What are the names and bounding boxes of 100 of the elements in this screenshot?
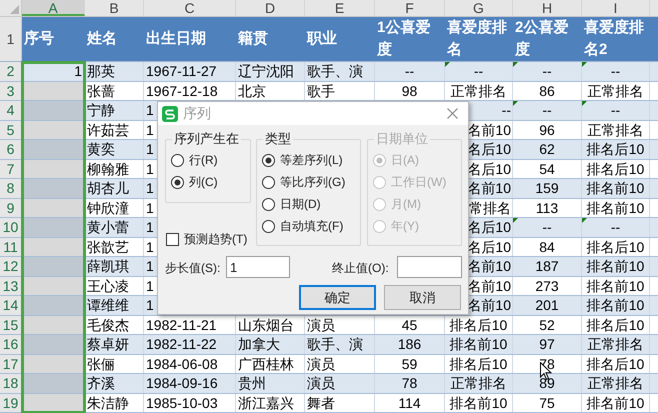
column-header[interactable]: G [445, 0, 513, 16]
column-header[interactable]: A [22, 0, 85, 16]
table-cell: 273 [535, 276, 559, 295]
radio-button[interactable]: 日期(D) [262, 193, 355, 215]
selected-cell[interactable] [22, 140, 85, 158]
column-header[interactable]: I [582, 0, 650, 16]
selected-cell[interactable] [22, 296, 85, 314]
row-header[interactable]: 11 [0, 238, 22, 256]
column-header[interactable]: B [85, 0, 144, 16]
table-cell: -- [610, 62, 620, 80]
column-header[interactable]: D [236, 0, 305, 16]
table-cell: 排名后10 [586, 354, 644, 373]
input-field[interactable]: 1 [226, 256, 290, 278]
row-header[interactable]: 15 [0, 316, 22, 334]
row-header[interactable]: 13 [0, 276, 22, 295]
table-cell: 黄奕 [87, 140, 115, 158]
radio-button[interactable]: 等差序列(L) [262, 149, 355, 171]
row-header[interactable]: 7 [0, 160, 22, 178]
table-cell: 114 [398, 394, 421, 412]
selected-cell[interactable] [22, 218, 85, 236]
selected-cell[interactable] [22, 101, 85, 120]
table-cell: 毛俊杰 [87, 316, 129, 334]
radio-button[interactable]: 自动填充(F) [262, 215, 355, 237]
row-header[interactable]: 19 [0, 394, 22, 412]
row-header[interactable]: 5 [0, 120, 22, 139]
column-header[interactable]: C [144, 0, 236, 16]
table-cell: 山东烟台 [238, 316, 294, 334]
table-cell: 1 [146, 120, 154, 139]
table-cell: 97 [539, 335, 555, 354]
row-header[interactable]: 17 [0, 354, 22, 373]
radio-button[interactable]: 等比序列(G) [262, 171, 355, 193]
table-cell: 名后10 [467, 160, 511, 178]
row-header[interactable]: 2 [0, 62, 22, 80]
table-cell: 正常排名 [588, 374, 644, 392]
table-cell: 薛凯琪 [87, 257, 129, 276]
column-header[interactable]: H [513, 0, 582, 16]
table-cell: 正常排名 [588, 82, 644, 100]
row-header[interactable]: 4 [0, 101, 22, 120]
group-label: 序列产生在 [172, 130, 241, 148]
table-cell: 排名后10 [586, 160, 644, 178]
table-cell: 张俪 [87, 354, 115, 373]
table-cell: 84 [539, 238, 555, 256]
column-header[interactable]: F [375, 0, 445, 16]
radio-button[interactable]: 列(C) [171, 171, 245, 193]
table-cell: 1 [146, 101, 154, 120]
table-cell: 1 [146, 160, 154, 178]
radio-button[interactable]: 行(R) [171, 149, 245, 171]
table-cell: 名后10 [467, 238, 511, 256]
table-cell: 胡杏儿 [87, 179, 129, 198]
input-field[interactable] [397, 256, 462, 278]
table-cell: 柳翰雅 [87, 160, 129, 178]
table-cell: 1984-09-16 [146, 374, 218, 392]
row-header[interactable]: 8 [0, 179, 22, 198]
row-header[interactable]: 14 [0, 296, 22, 314]
table-cell: 名前10 [467, 296, 511, 314]
row-header[interactable]: 16 [0, 335, 22, 354]
table-cell: 常排名 [469, 198, 511, 217]
select-all-icon[interactable] [10, 5, 19, 14]
dialog-button[interactable]: 确定 [299, 285, 376, 310]
row-header[interactable]: 6 [0, 140, 22, 158]
table-cell: 1 [74, 62, 82, 80]
close-icon[interactable] [447, 108, 458, 119]
table-cell: 排名后10 [450, 354, 508, 373]
header-cell-text: 籍贯 [238, 29, 268, 49]
row-header[interactable]: 12 [0, 257, 22, 276]
table-cell: 正常排名 [450, 374, 506, 392]
table-cell: 歌手、演 [307, 62, 363, 80]
row-header[interactable]: 1 [0, 17, 22, 61]
table-cell: 52 [539, 316, 555, 334]
row-header[interactable]: 9 [0, 198, 22, 217]
dialog-title: 序列 [183, 104, 212, 123]
row-header[interactable]: 18 [0, 374, 22, 392]
table-cell: 89 [539, 374, 555, 392]
row-header[interactable]: 10 [0, 218, 22, 236]
selected-cell[interactable] [22, 374, 85, 392]
table-cell: 排名前10 [586, 257, 644, 276]
table-cell: 歌手、演 [307, 335, 363, 354]
table-cell: 演员 [307, 354, 335, 373]
table-cell: 名前10 [467, 179, 511, 198]
table-cell: 186 [398, 335, 422, 354]
selected-cell[interactable] [22, 257, 85, 276]
table-cell: 排名前10 [586, 394, 644, 412]
selected-cell[interactable] [22, 179, 85, 198]
row-header[interactable]: 3 [0, 82, 22, 100]
table-cell: 1 [146, 296, 154, 314]
table-cell: 78 [402, 374, 418, 392]
table-cell: 59 [402, 354, 418, 373]
column-header[interactable]: E [305, 0, 375, 16]
table-cell: 张蔷 [87, 82, 115, 100]
table-cell: 排名后10 [450, 316, 508, 334]
checkbox[interactable]: 预测趋势(T) [166, 230, 248, 248]
header-cell-text: 序号 [24, 29, 54, 49]
table-cell: 浙江嘉兴 [238, 394, 294, 412]
table-cell: 正常排名 [588, 120, 644, 139]
table-cell: 歌手 [307, 82, 335, 100]
selected-cell[interactable] [22, 335, 85, 354]
table-cell: 北京 [238, 82, 266, 100]
dialog-button[interactable]: 取消 [384, 285, 461, 310]
header-cell-text: 出生日期 [146, 29, 206, 49]
table-cell: 排名后10 [586, 140, 644, 158]
